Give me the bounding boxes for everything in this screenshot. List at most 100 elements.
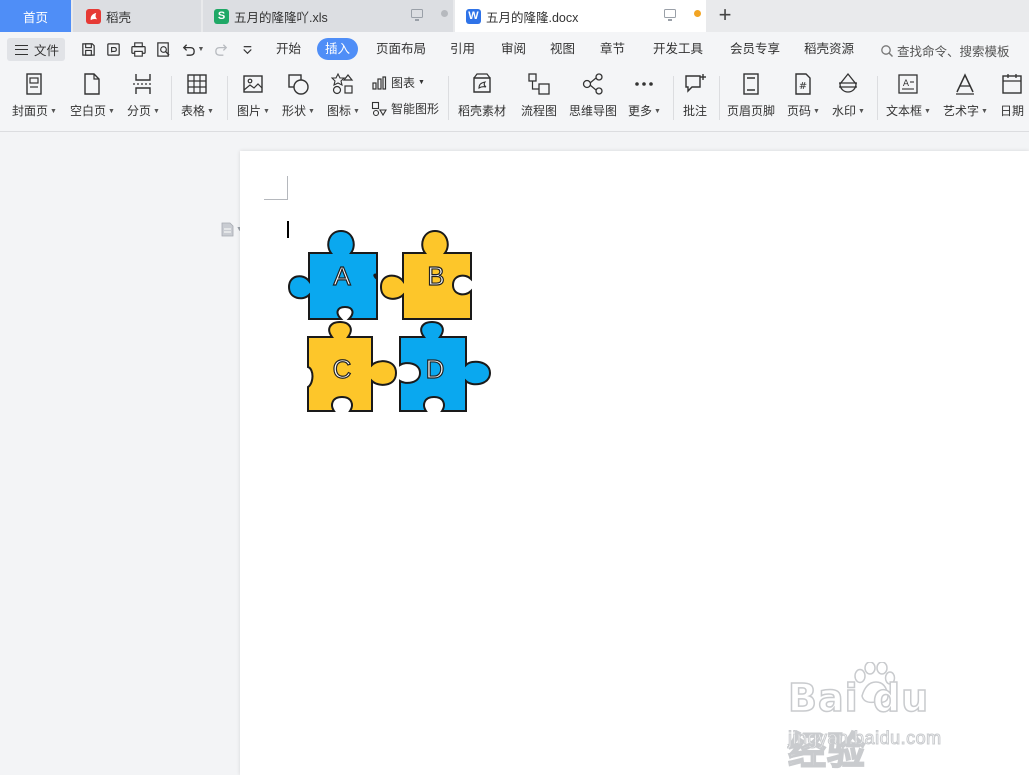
shape-label: 形状 (282, 104, 307, 118)
comment-label: 批注 (683, 104, 708, 118)
table-label: 表格 (181, 104, 206, 118)
smartart-label: 智能图形 (391, 102, 440, 116)
cover-page-button[interactable]: 封面页 ▼ (12, 72, 57, 119)
flowchart-icon (528, 73, 550, 95)
page-break-button[interactable]: 分页 ▼ (127, 72, 160, 119)
smartart-icon (371, 101, 387, 116)
wordart-button[interactable]: 艺术字 ▼ (943, 72, 988, 119)
wengke-icon (86, 8, 101, 24)
command-search[interactable]: 查找命令、搜索模板 (880, 41, 1010, 60)
tab-home-label: 首页 (22, 10, 48, 25)
icon-library-label: 图标 (327, 104, 352, 118)
icon-library-button[interactable]: 图标 ▼ (327, 72, 360, 119)
tab-developer[interactable]: 开发工具 (645, 38, 711, 60)
tab-wengke[interactable]: 稻壳 (73, 0, 201, 32)
tab-section[interactable]: 章节 (592, 38, 633, 60)
picture-label: 图片 (237, 104, 262, 118)
tab-home[interactable]: 首页 (0, 0, 71, 32)
puzzle-label-d: D (425, 353, 445, 384)
undo-icon[interactable] (179, 40, 197, 58)
chevron-down-icon: ▼ (981, 108, 988, 115)
picture-button[interactable]: 图片 ▼ (237, 72, 270, 119)
tab-view[interactable]: 视图 (542, 38, 583, 60)
chart-label: 图表 (391, 76, 416, 90)
tab-insert[interactable]: 插入 (317, 38, 359, 60)
search-icon (881, 44, 893, 57)
tab-home-menu[interactable]: 开始 (268, 38, 309, 60)
chevron-down-icon: ▼ (153, 108, 160, 115)
date-button[interactable]: 日期 (1000, 72, 1024, 119)
comment-icon (685, 74, 706, 93)
monitor-icon[interactable] (411, 9, 423, 21)
tab-wengke-label: 稻壳 (106, 10, 132, 25)
tab-review[interactable]: 审阅 (493, 38, 534, 60)
textbox-label: 文本框 (886, 104, 923, 118)
table-button[interactable]: 表格 ▼ (181, 72, 214, 119)
puzzle-label-c: C (332, 353, 352, 384)
watermark-url-text: jingyan.baidu.com (788, 728, 942, 749)
tab-references[interactable]: 引用 (442, 38, 483, 60)
file-menu-button[interactable]: 文件 (7, 38, 65, 61)
puzzle-label-b: B (427, 260, 446, 291)
cover-page-label: 封面页 (12, 104, 49, 118)
close-dot-icon[interactable] (441, 10, 448, 17)
textbox-button[interactable]: A 文本框 ▼ (886, 72, 931, 119)
tab-docx-label: 五月的隆隆.docx (486, 10, 579, 25)
flowchart-button[interactable]: 流程图 (521, 72, 557, 119)
chevron-down-icon: ▼ (813, 108, 820, 115)
tab-xls-file[interactable]: S 五月的隆隆吖.xls (203, 0, 453, 32)
watermark-logo-text: Bai du 经验 (787, 675, 930, 774)
baidu-jingyan-watermark: Bai du 经验 jingyan.baidu.com (787, 662, 978, 774)
header-footer-button[interactable]: 页眉页脚 (727, 72, 775, 119)
tab-page-layout[interactable]: 页面布局 (368, 38, 434, 60)
chevron-down-icon: ▼ (353, 108, 360, 115)
wordart-label: 艺术字 (943, 104, 980, 118)
spreadsheet-file-icon: S (214, 8, 229, 24)
tab-member[interactable]: 会员专享 (722, 38, 788, 60)
undo-dropdown-icon[interactable]: ▼ (196, 40, 206, 58)
unsaved-dot-icon[interactable] (694, 10, 701, 17)
save-icon[interactable] (79, 40, 97, 58)
insert-ribbon: 封面页 ▼ 空白页 ▼ 分页 ▼ 表格 ▼ 图片 ▼ 形状 ▼ 图标 ▼ 图表 ▼ 智能图形 稻… (0, 66, 1029, 132)
ribbon-separator (448, 76, 449, 120)
mindmap-icon (582, 73, 603, 95)
material-icon (473, 73, 491, 93)
header-footer-label: 页眉页脚 (727, 104, 776, 118)
svg-text:A: A (903, 79, 910, 89)
page-number-button[interactable]: # 页码 ▼ (787, 72, 820, 119)
calendar-icon (1002, 74, 1022, 94)
page-break-label: 分页 (127, 104, 152, 118)
chevron-down-icon: ▼ (654, 108, 661, 115)
chevron-down-icon: ▼ (50, 108, 57, 115)
new-tab-button[interactable]: + (713, 4, 737, 28)
file-menu-label: 文件 (34, 44, 60, 58)
blank-page-button[interactable]: 空白页 ▼ (70, 72, 115, 119)
chevron-down-icon: ▼ (308, 108, 315, 115)
comment-button[interactable]: 批注 (683, 72, 707, 119)
daoke-material-label: 稻壳素材 (458, 104, 507, 118)
smartart-button[interactable]: 智能图形 (371, 100, 439, 117)
table-icon (187, 74, 208, 94)
page-break-icon (133, 74, 154, 94)
chart-button[interactable]: 图表 ▼ (371, 74, 425, 91)
page-margin-corner (264, 176, 288, 200)
daoke-material-button[interactable]: 稻壳素材 (458, 72, 506, 119)
tab-xls-label: 五月的隆隆吖.xls (234, 10, 328, 25)
print-icon[interactable] (129, 40, 147, 58)
export-pdf-icon[interactable] (104, 40, 122, 58)
mindmap-button[interactable]: 思维导图 (569, 72, 617, 119)
watermark-button[interactable]: 水印 ▼ (832, 72, 865, 119)
tab-docx-file[interactable]: W 五月的隆隆.docx (455, 0, 706, 32)
document-file-icon: W (466, 8, 481, 24)
more-label: 更多 (628, 104, 653, 118)
customize-toolbar-icon[interactable] (238, 40, 256, 58)
chevron-down-icon: ▼ (263, 108, 270, 115)
puzzle-label-a: A (333, 260, 352, 291)
tab-daoke-resources[interactable]: 稻壳资源 (796, 38, 862, 60)
shape-button[interactable]: 形状 ▼ (282, 72, 315, 119)
blank-page-icon (84, 73, 101, 95)
print-preview-icon[interactable] (154, 40, 172, 58)
redo-icon[interactable] (212, 40, 230, 58)
monitor-icon[interactable] (664, 9, 676, 21)
more-button[interactable]: 更多 ▼ (628, 72, 661, 119)
